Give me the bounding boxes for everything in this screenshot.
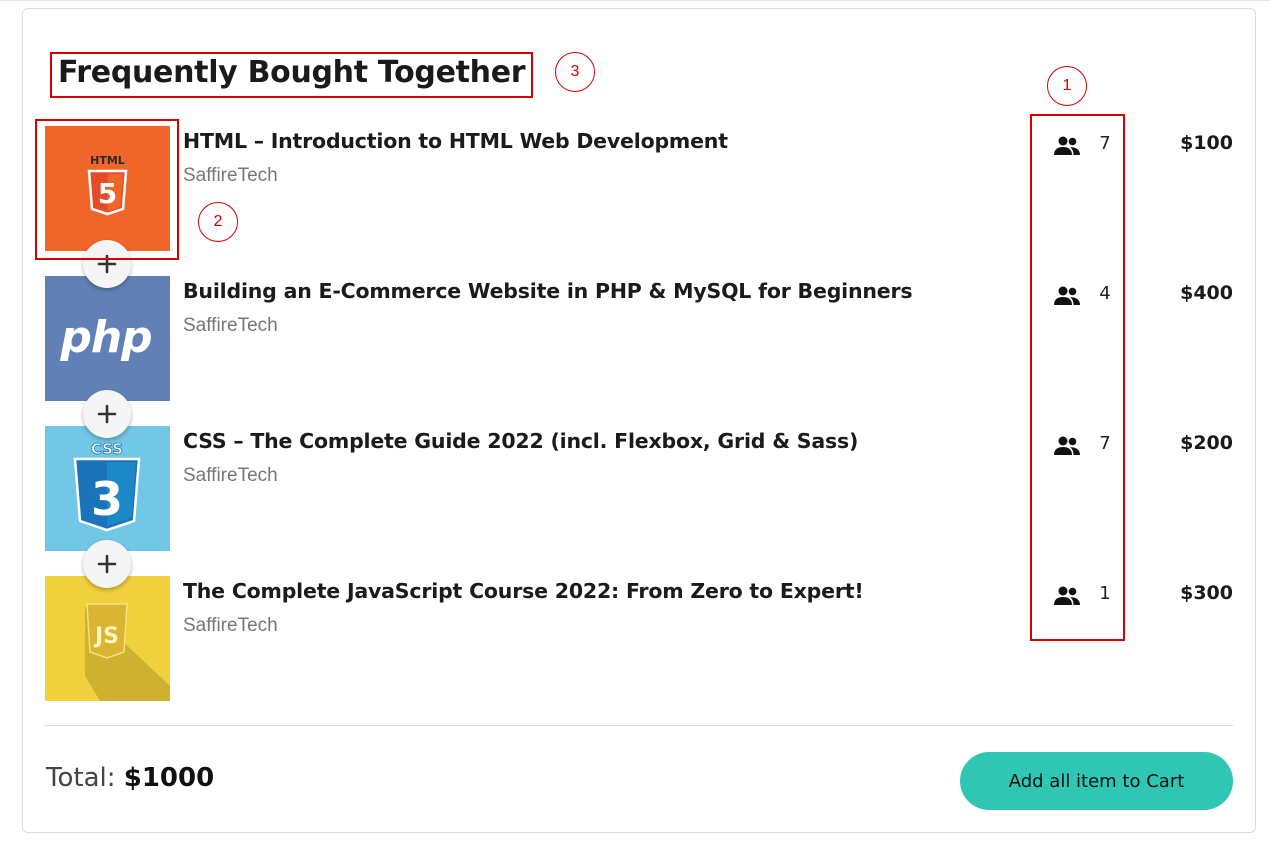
css3-logo-icon: CSS 3 (45, 426, 170, 551)
total-label: Total: (46, 763, 116, 793)
annotation-marker-2: 2 (198, 202, 238, 242)
course-price: $200 (1180, 432, 1233, 454)
course-title[interactable]: Building an E-Commerce Website in PHP & … (183, 279, 913, 303)
add-all-to-cart-button[interactable]: Add all item to Cart (960, 752, 1233, 810)
js-logo-thumbnail[interactable]: JS (45, 576, 170, 701)
php-thumb-label: php (59, 312, 151, 363)
plus-icon (97, 554, 117, 574)
annotation-box-title (50, 52, 533, 98)
course-title[interactable]: The Complete JavaScript Course 2022: Fro… (183, 579, 864, 603)
course-price: $400 (1180, 282, 1233, 304)
annotation-box-enrolled-column (1030, 114, 1125, 641)
course-price: $300 (1180, 582, 1233, 604)
top-border-line (0, 0, 1270, 1)
plus-button[interactable] (83, 390, 131, 438)
php-logo-icon: php (45, 276, 170, 401)
js-logo-icon: JS (45, 576, 170, 701)
footer-divider (45, 725, 1233, 726)
cart-total: Total: $1000 (46, 763, 214, 793)
plus-button[interactable] (83, 540, 131, 588)
css3-logo-thumbnail[interactable]: CSS 3 (45, 426, 170, 551)
course-title[interactable]: CSS – The Complete Guide 2022 (incl. Fle… (183, 429, 858, 453)
php-logo-thumbnail[interactable]: php (45, 276, 170, 401)
course-title[interactable]: HTML – Introduction to HTML Web Developm… (183, 129, 728, 153)
annotation-marker-3: 3 (555, 52, 595, 92)
plus-icon (97, 404, 117, 424)
course-author[interactable]: SaffireTech (183, 165, 278, 187)
total-value: $1000 (123, 763, 215, 793)
annotation-box-thumbnail (35, 119, 179, 260)
course-author[interactable]: SaffireTech (183, 465, 278, 487)
course-price: $100 (1180, 132, 1233, 154)
course-author[interactable]: SaffireTech (183, 615, 278, 637)
course-author[interactable]: SaffireTech (183, 315, 278, 337)
css-thumb-label: CSS (91, 440, 123, 458)
css-thumb-glyph: 3 (91, 472, 123, 526)
annotation-marker-1: 1 (1047, 66, 1087, 106)
js-thumb-glyph: JS (93, 624, 119, 649)
